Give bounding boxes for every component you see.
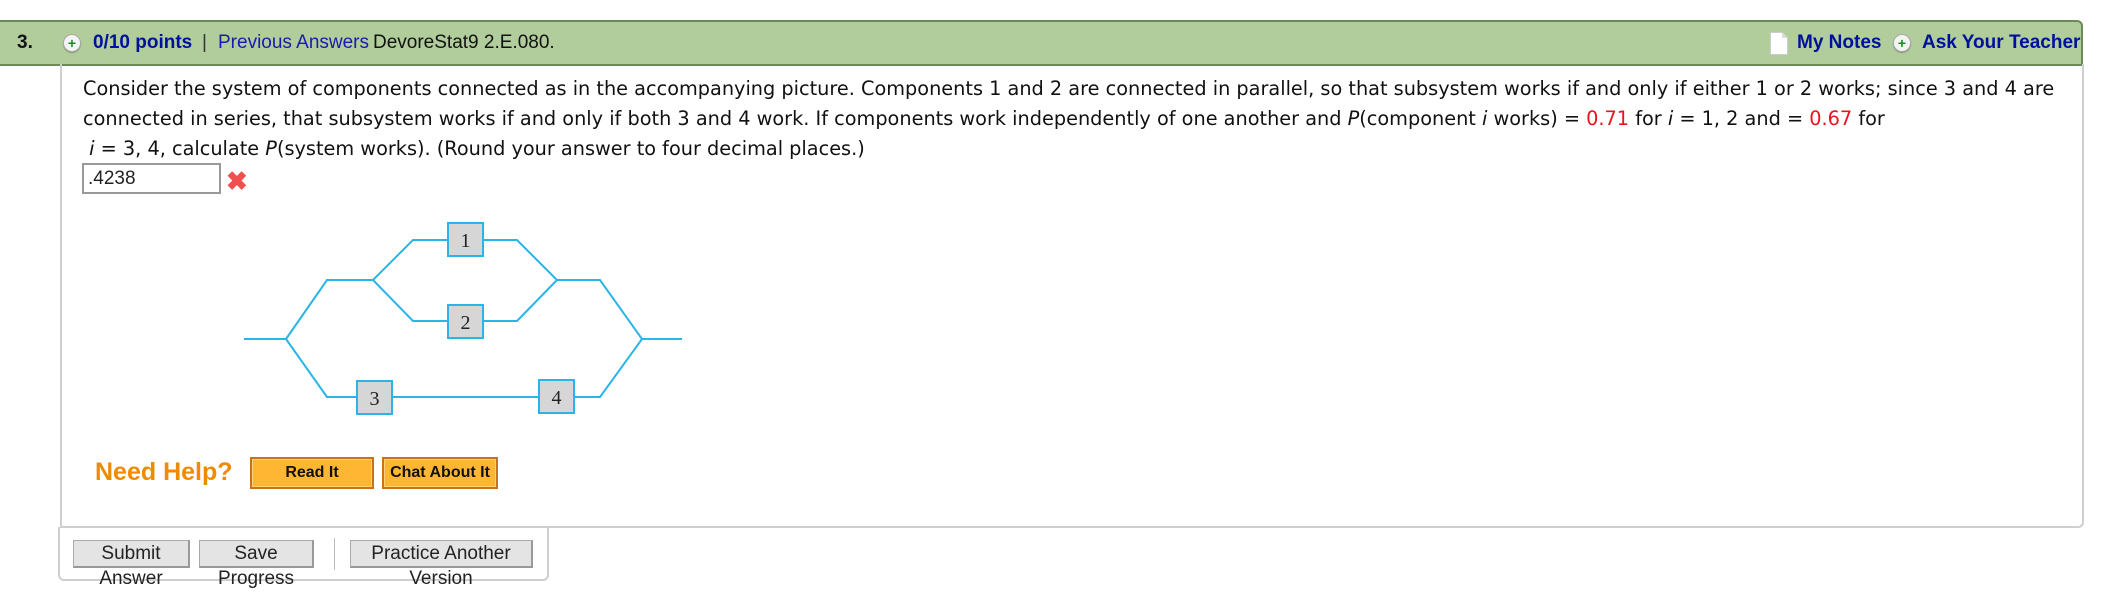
question-text-part: (system works). (Round your answer to fo… [276,137,865,160]
wire-from-comp2 [483,279,558,322]
question-text-part: (component [1359,107,1482,130]
button-divider [334,538,335,570]
component-4: 4 [538,379,575,414]
question-number: 3. [17,32,33,53]
wire-to-comp2 [372,279,448,322]
answer-input[interactable] [82,163,221,194]
need-help-label: Need Help? [95,458,233,486]
probability-components-3-4: 0.67 [1809,107,1853,130]
points-score: 0/10 points [93,32,193,53]
component-label: 2 [461,312,471,334]
question-text-part: = 1, 2 and = [1673,107,1810,130]
question-text: Consider the system of components connec… [83,74,2073,164]
probability-components-1-2: 0.71 [1586,107,1630,130]
chat-about-it-button[interactable]: Chat About It [382,457,498,489]
read-it-button[interactable]: Read It [250,457,374,489]
question-text-part: for [1852,107,1885,130]
wire-from-comp1 [483,239,558,281]
component-label: 4 [552,387,562,409]
submit-answer-button[interactable]: Submit Answer [73,540,190,589]
ask-your-teacher-link[interactable]: Ask Your Teacher [1922,22,2080,64]
previous-answers-link[interactable]: Previous Answers [218,22,369,64]
wire-to-comp3 [285,338,357,398]
incorrect-x-icon: ✖ [226,166,248,196]
notes-page-icon[interactable] [1770,32,1788,55]
component-1: 1 [447,222,484,257]
component-label: 1 [461,230,471,252]
expand-plus-icon[interactable]: + [63,34,81,52]
wire-from-comp4 [572,338,643,398]
separator: | [202,32,207,53]
p-symbol: P [1347,107,1360,130]
component-boxes: 1 2 3 4 [356,222,575,415]
wire-upper-right [557,279,643,340]
ask-teacher-plus-icon[interactable]: + [1893,34,1911,52]
question-header: 3. + 0/10 points | Previous Answers Devo… [0,20,2083,66]
p-symbol: P [265,137,277,160]
component-label: 3 [370,388,380,410]
practice-another-version-button[interactable]: Practice Another Version [350,540,533,589]
wire-upper-left [285,279,373,340]
question-text-part: = 3, 4, calculate [94,137,266,160]
wire-to-comp1 [372,239,448,281]
my-notes-link[interactable]: My Notes [1797,22,1881,64]
question-text-part: works) = [1487,107,1587,130]
save-progress-button[interactable]: Save Progress [199,540,314,589]
question-text-part: for [1629,107,1668,130]
system-diagram: 1 2 3 4 [244,222,682,415]
problem-id: DevoreStat9 2.E.080. [373,32,555,53]
component-2: 2 [447,304,484,339]
component-3: 3 [356,380,393,415]
